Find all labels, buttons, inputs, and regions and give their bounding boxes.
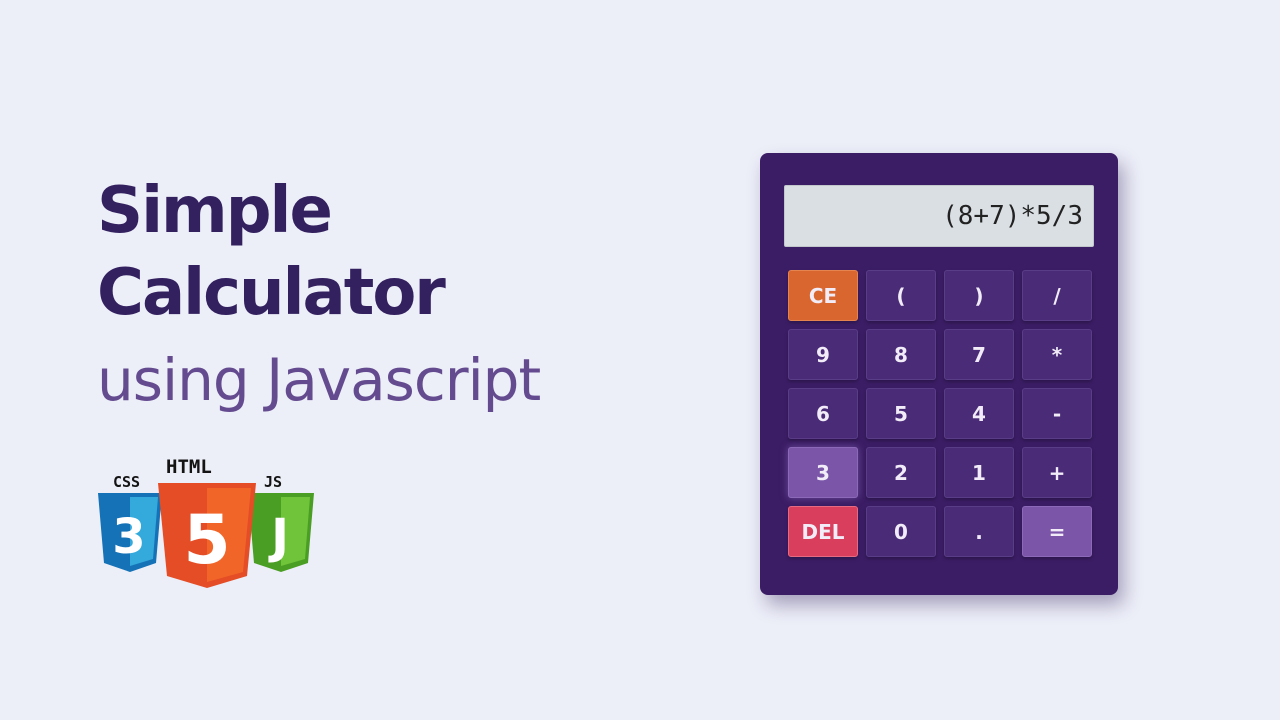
digit-6-button[interactable]: 6 [788, 388, 858, 439]
digit-3-button[interactable]: 3 [788, 447, 858, 498]
css-logo-label: CSS [113, 473, 140, 491]
html-logo-label: HTML [166, 456, 212, 478]
digit-5-button[interactable]: 5 [866, 388, 936, 439]
calculator-display: (8+7)*5/3 [784, 185, 1094, 247]
digit-2-button[interactable]: 2 [866, 447, 936, 498]
delete-button[interactable]: DEL [788, 506, 858, 557]
js-shield-icon: JS J [248, 473, 314, 572]
heading-line-javascript: using Javascript [97, 346, 541, 414]
open-paren-button[interactable]: ( [866, 270, 936, 321]
digit-1-button[interactable]: 1 [944, 447, 1014, 498]
css3-shield-icon: CSS 3 [98, 473, 162, 572]
digit-8-button[interactable]: 8 [866, 329, 936, 380]
add-button[interactable]: + [1022, 447, 1092, 498]
multiply-button[interactable]: * [1022, 329, 1092, 380]
css-logo-glyph: 3 [112, 509, 145, 565]
tech-logos: CSS 3 JS J HTML 5 [96, 455, 318, 595]
html5-shield-icon: HTML 5 [158, 456, 256, 588]
digit-0-button[interactable]: 0 [866, 506, 936, 557]
calculator: (8+7)*5/3 CE()/ 9 8 7 * 6 5 4- 3 2 1 + DEL 0. = [760, 153, 1118, 595]
decimal-point-button[interactable]: . [944, 506, 1014, 557]
calculator-display-text: (8+7)*5/3 [942, 201, 1083, 231]
heading-line-calculator: Calculator [97, 256, 446, 330]
js-logo-glyph: J [268, 509, 289, 565]
close-paren-button[interactable]: ) [944, 270, 1014, 321]
tech-logos-graphic: CSS 3 JS J HTML 5 [98, 456, 314, 588]
page-heading: Simple Calculator using Javascript [97, 170, 541, 426]
divide-button[interactable]: / [1022, 270, 1092, 321]
calculator-keypad: CE()/ 9 8 7 * 6 5 4- 3 2 1 + DEL 0. = [788, 270, 1093, 557]
subtract-button[interactable]: - [1022, 388, 1092, 439]
clear-entry-button[interactable]: CE [788, 270, 858, 321]
digit-4-button[interactable]: 4 [944, 388, 1014, 439]
js-logo-label: JS [264, 473, 282, 491]
digit-7-button[interactable]: 7 [944, 329, 1014, 380]
equals-button[interactable]: = [1022, 506, 1092, 557]
heading-line-simple: Simple [97, 174, 333, 248]
html-logo-glyph: 5 [183, 501, 230, 580]
digit-9-button[interactable]: 9 [788, 329, 858, 380]
